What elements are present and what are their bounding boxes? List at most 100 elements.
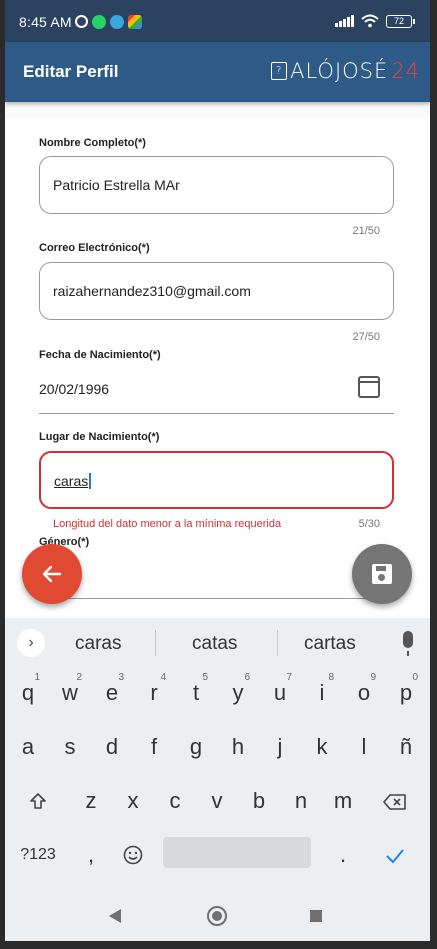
nombre-label: Nombre Completo(*) (39, 137, 146, 149)
nav-home-icon[interactable] (207, 906, 227, 926)
fecha-field[interactable]: 20/02/1996 (39, 373, 394, 414)
key-a[interactable]: a (10, 722, 46, 770)
lugar-label: Lugar de Nacimiento(*) (39, 431, 160, 443)
save-icon (372, 564, 392, 584)
suggestion-1[interactable]: caras (75, 633, 121, 655)
nombre-counter: 21/50 (352, 225, 380, 237)
signal-icon (335, 15, 354, 27)
key-y[interactable]: y6 (220, 668, 256, 716)
suggestion-bar: › caras catas cartas (5, 618, 430, 668)
lugar-error: Longitud del dato menor a la mínima requ… (53, 518, 282, 530)
correo-value: raizahernandez310@gmail.com (53, 283, 251, 299)
keyboard-row-4: ?123 , . (5, 830, 430, 884)
lugar-counter: 5/30 (358, 518, 380, 530)
key-p[interactable]: p0 (388, 668, 424, 716)
space-key[interactable] (163, 837, 311, 868)
emoji-key[interactable] (115, 830, 151, 878)
key-v[interactable]: v (199, 776, 235, 824)
notification-icons (75, 15, 142, 29)
nombre-value: Patricio Estrella MAr (53, 177, 180, 193)
keyboard-row-1: q1 w2 e3 r4 t5 y6 u7 i8 o9 p0 (5, 668, 430, 722)
suggestion-divider (277, 630, 278, 656)
shift-icon (30, 793, 46, 809)
brand-logo: ? ALÓJOSÉ 24 (271, 59, 420, 83)
calendar-icon[interactable] (358, 376, 380, 398)
suggestion-3[interactable]: cartas (304, 633, 356, 655)
key-m[interactable]: m (325, 776, 361, 824)
text-caret (89, 473, 91, 489)
key-k[interactable]: k (304, 722, 340, 770)
expand-suggestions-button[interactable]: › (17, 629, 45, 657)
correo-field[interactable]: raizahernandez310@gmail.com (39, 262, 394, 320)
profile-form: Nombre Completo(*) Patricio Estrella MAr… (5, 118, 430, 618)
key-t[interactable]: t5 (178, 668, 214, 716)
save-button[interactable] (352, 544, 412, 604)
telegram-icon (110, 15, 124, 29)
key-q[interactable]: q1 (10, 668, 46, 716)
key-d[interactable]: d (94, 722, 130, 770)
emoji-icon (123, 845, 143, 865)
key-n[interactable]: n (283, 776, 319, 824)
period-key[interactable]: . (325, 830, 361, 878)
soft-keyboard: › caras catas cartas q1 w2 e3 r4 t5 y6 u… (5, 618, 430, 891)
key-s[interactable]: s (52, 722, 88, 770)
correo-label: Correo Electrónico(*) (39, 242, 150, 254)
fecha-label: Fecha de Nacimiento(*) (39, 349, 161, 361)
app-frame: 8:45 AM 72 Editar Perfil ? ALÓJOSÉ 24 No… (5, 0, 430, 949)
key-f[interactable]: f (136, 722, 172, 770)
shift-key[interactable] (20, 776, 56, 824)
lugar-field[interactable]: caras (39, 451, 394, 509)
fecha-value: 20/02/1996 (39, 381, 110, 397)
keyboard-row-2: a s d f g h j k l ñ (5, 722, 430, 776)
key-r[interactable]: r4 (136, 668, 172, 716)
bottom-border (0, 941, 437, 949)
whatsapp-icon (92, 15, 106, 29)
suggestion-2[interactable]: catas (192, 633, 237, 655)
key-o[interactable]: o9 (346, 668, 382, 716)
key-u[interactable]: u7 (262, 668, 298, 716)
key-l[interactable]: l (346, 722, 382, 770)
enter-key[interactable] (377, 830, 413, 878)
correo-counter: 27/50 (352, 331, 380, 343)
alarm-icon (75, 15, 88, 28)
lugar-value: caras (54, 473, 91, 489)
key-enye[interactable]: ñ (388, 722, 424, 770)
suggestion-divider (155, 630, 156, 656)
back-button[interactable] (22, 544, 82, 604)
key-j[interactable]: j (262, 722, 298, 770)
wifi-icon (361, 14, 379, 28)
key-i[interactable]: i8 (304, 668, 340, 716)
nav-recents-icon[interactable] (310, 910, 322, 922)
key-w[interactable]: w2 (52, 668, 88, 716)
logo-text: ALÓJOSÉ (290, 59, 389, 83)
backspace-key[interactable] (377, 776, 413, 824)
system-icons: 72 (335, 14, 415, 28)
key-e[interactable]: e3 (94, 668, 130, 716)
app-bar: Editar Perfil ? ALÓJOSÉ 24 (5, 42, 430, 102)
page-title: Editar Perfil (23, 62, 119, 81)
lugar-text: caras (54, 473, 89, 489)
battery-level: 72 (393, 15, 404, 26)
key-x[interactable]: x (115, 776, 151, 824)
logo-mark-icon: ? (271, 62, 288, 80)
symbols-key[interactable]: ?123 (17, 830, 59, 878)
system-nav-bar (5, 891, 430, 941)
comma-key[interactable]: , (73, 830, 109, 878)
logo-number: 24 (391, 59, 420, 83)
status-bar: 8:45 AM 72 (5, 0, 430, 42)
nav-back-icon[interactable] (109, 909, 121, 923)
checkmark-icon (386, 849, 404, 864)
battery-icon: 72 (386, 14, 415, 28)
photos-icon (128, 15, 142, 29)
backspace-icon (383, 794, 406, 810)
microphone-icon[interactable] (403, 631, 413, 656)
key-c[interactable]: c (157, 776, 193, 824)
key-h[interactable]: h (220, 722, 256, 770)
key-g[interactable]: g (178, 722, 214, 770)
keyboard-row-3: z x c v b n m (5, 776, 430, 830)
genero-field[interactable] (39, 558, 394, 599)
key-z[interactable]: z (73, 776, 109, 824)
arrow-left-icon (42, 565, 62, 583)
nombre-field[interactable]: Patricio Estrella MAr (39, 156, 394, 214)
key-b[interactable]: b (241, 776, 277, 824)
